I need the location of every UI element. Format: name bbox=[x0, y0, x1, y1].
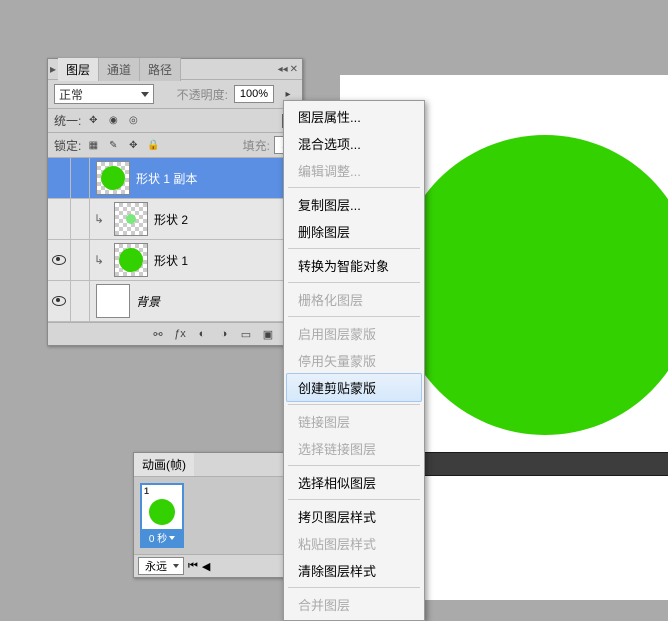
layer-mask-icon[interactable]: ◐ bbox=[194, 326, 210, 342]
opacity-input[interactable]: 100% bbox=[234, 85, 274, 103]
unify-label: 统一: bbox=[54, 112, 81, 129]
fill-label: 填充: bbox=[243, 137, 270, 154]
menu-item[interactable]: 混合选项... bbox=[284, 130, 424, 157]
panel-footer: ⚯ ƒx ◐ ◑ ▭ ▣ 🗑 bbox=[48, 322, 302, 345]
menu-item: 栅格化图层 bbox=[284, 286, 424, 313]
prev-frame-icon[interactable]: ◀ bbox=[202, 560, 210, 573]
animation-controls: 永远 ⏮ ◀ bbox=[134, 554, 284, 577]
animation-panel: 动画(帧) 1 0 秒 永远 ⏮ ◀ bbox=[133, 452, 285, 578]
opacity-label: 不透明度: bbox=[177, 86, 228, 103]
menu-separator bbox=[288, 587, 420, 588]
unify-visibility-icon[interactable]: ◉ bbox=[105, 113, 121, 129]
link-col[interactable] bbox=[71, 199, 90, 239]
panel-tabs: 图层 通道 路径 bbox=[58, 58, 181, 81]
panel-collapse-arrow-icon[interactable]: ◂◂ bbox=[278, 64, 288, 75]
panel-close-icon[interactable]: ✕ bbox=[290, 64, 298, 75]
menu-item: 合并图层 bbox=[284, 591, 424, 618]
menu-item: 粘贴图层样式 bbox=[284, 530, 424, 557]
menu-separator bbox=[288, 316, 420, 317]
panel-header: ▸ 图层 通道 路径 ◂◂ ✕ bbox=[48, 59, 302, 80]
menu-item[interactable]: 转换为智能对象 bbox=[284, 252, 424, 279]
layer-thumbnail[interactable] bbox=[114, 243, 148, 277]
adjustment-layer-icon[interactable]: ◑ bbox=[216, 326, 232, 342]
menu-item: 链接图层 bbox=[284, 408, 424, 435]
tab-animation-frames[interactable]: 动画(帧) bbox=[134, 453, 194, 476]
new-layer-icon[interactable]: ▣ bbox=[260, 326, 276, 342]
unify-style-icon[interactable]: ◎ bbox=[125, 113, 141, 129]
link-col[interactable] bbox=[71, 158, 90, 198]
link-layers-icon[interactable]: ⚯ bbox=[150, 326, 166, 342]
menu-item[interactable]: 清除图层样式 bbox=[284, 557, 424, 584]
menu-item: 停用矢量蒙版 bbox=[284, 347, 424, 374]
layer-style-icon[interactable]: ƒx bbox=[172, 326, 188, 342]
layer-thumbnail[interactable] bbox=[114, 202, 148, 236]
link-col[interactable] bbox=[71, 240, 90, 280]
layer-name[interactable]: 形状 1 bbox=[154, 252, 302, 269]
animation-frame[interactable]: 1 0 秒 bbox=[140, 483, 184, 548]
menu-item[interactable]: 创建剪贴蒙版 bbox=[286, 373, 422, 402]
lock-all-icon[interactable]: 🔒 bbox=[145, 137, 161, 153]
lock-position-icon[interactable]: ✥ bbox=[125, 137, 141, 153]
frames-area: 1 0 秒 bbox=[134, 477, 284, 554]
layer-name[interactable]: 背景 bbox=[136, 293, 302, 310]
layer-context-menu: 图层属性...混合选项...编辑调整... 复制图层...删除图层转换为智能对象栅… bbox=[283, 100, 425, 621]
lock-pixels-icon[interactable]: ✎ bbox=[105, 137, 121, 153]
menu-item: 选择链接图层 bbox=[284, 435, 424, 462]
panel-collapse-icon[interactable]: ▸ bbox=[48, 59, 58, 79]
link-col[interactable] bbox=[71, 281, 90, 321]
menu-separator bbox=[288, 465, 420, 466]
canvas-shape-circle[interactable] bbox=[395, 135, 668, 435]
layer-row[interactable]: ↳ 形状 1 bbox=[48, 240, 302, 281]
layer-row[interactable]: ↳ 形状 2 bbox=[48, 199, 302, 240]
layers-panel: ▸ 图层 通道 路径 ◂◂ ✕ 正常 不透明度: 100% ▸ 统一: ✥ ◉ … bbox=[47, 58, 303, 346]
menu-item: 编辑调整... bbox=[284, 157, 424, 184]
unify-position-icon[interactable]: ✥ bbox=[85, 113, 101, 129]
layer-name[interactable]: 形状 1 副本 bbox=[136, 170, 302, 187]
menu-item[interactable]: 删除图层 bbox=[284, 218, 424, 245]
menu-separator bbox=[288, 499, 420, 500]
tab-channels[interactable]: 通道 bbox=[99, 58, 140, 81]
menu-item[interactable]: 复制图层... bbox=[284, 191, 424, 218]
menu-separator bbox=[288, 404, 420, 405]
menu-separator bbox=[288, 282, 420, 283]
timeline-track[interactable] bbox=[420, 452, 668, 476]
menu-item[interactable]: 图层属性... bbox=[284, 103, 424, 130]
layer-name[interactable]: 形状 2 bbox=[154, 211, 302, 228]
menu-item: 启用图层蒙版 bbox=[284, 320, 424, 347]
layer-row[interactable]: 形状 1 副本 bbox=[48, 158, 302, 199]
layer-thumbnail[interactable] bbox=[96, 284, 130, 318]
eye-icon[interactable] bbox=[52, 255, 66, 265]
menu-separator bbox=[288, 248, 420, 249]
menu-item[interactable]: 拷贝图层样式 bbox=[284, 503, 424, 530]
animation-tabs: 动画(帧) bbox=[134, 453, 284, 477]
menu-separator bbox=[288, 187, 420, 188]
lock-label: 锁定: bbox=[54, 137, 81, 154]
eye-icon[interactable] bbox=[52, 296, 66, 306]
lock-row: 锁定: ▦ ✎ ✥ 🔒 填充: 1 bbox=[48, 133, 302, 158]
frame-delay-select[interactable]: 0 秒 bbox=[142, 529, 182, 546]
clip-indent-icon: ↳ bbox=[90, 253, 108, 267]
group-icon[interactable]: ▭ bbox=[238, 326, 254, 342]
layer-row[interactable]: 背景 bbox=[48, 281, 302, 322]
first-frame-icon[interactable]: ⏮ bbox=[188, 560, 198, 573]
layer-thumbnail[interactable] bbox=[96, 161, 130, 195]
tab-layers[interactable]: 图层 bbox=[58, 58, 99, 81]
lock-transparency-icon[interactable]: ▦ bbox=[85, 137, 101, 153]
tab-paths[interactable]: 路径 bbox=[140, 58, 181, 81]
unify-row: 统一: ✥ ◉ ◎ bbox=[48, 109, 302, 133]
blend-row: 正常 不透明度: 100% ▸ bbox=[48, 80, 302, 109]
blend-mode-select[interactable]: 正常 bbox=[54, 84, 154, 104]
clip-indent-icon: ↳ bbox=[90, 212, 108, 226]
menu-item[interactable]: 选择相似图层 bbox=[284, 469, 424, 496]
loop-select[interactable]: 永远 bbox=[138, 557, 184, 575]
frame-thumbnail bbox=[145, 495, 179, 529]
